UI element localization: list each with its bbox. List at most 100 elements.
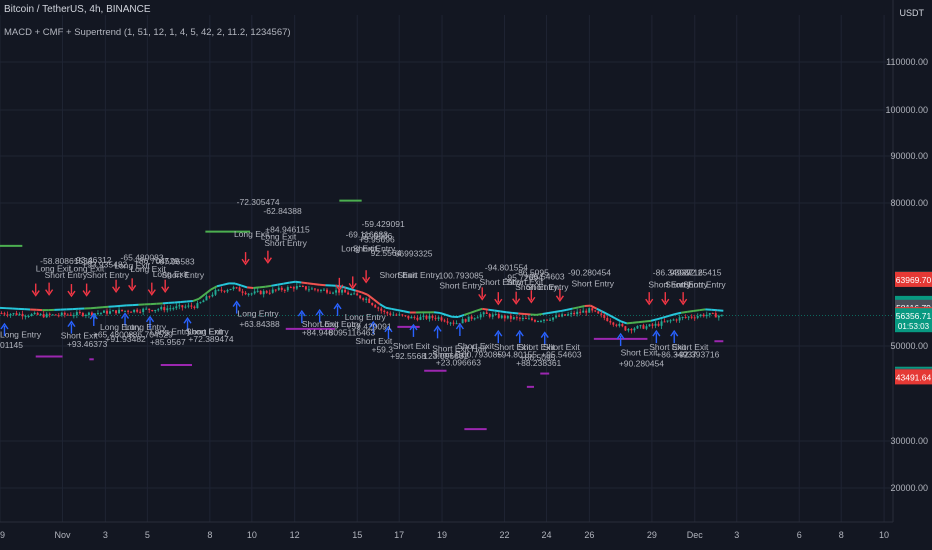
y-tick-label: 100000.00 xyxy=(885,105,928,115)
candle-body xyxy=(184,306,187,308)
candle-body xyxy=(594,310,597,312)
candle-body xyxy=(660,321,663,326)
candle-body xyxy=(419,316,422,320)
candle-body xyxy=(232,287,235,289)
candle-body xyxy=(3,313,6,315)
candle-body xyxy=(368,298,371,303)
signal-label: Short Exit xyxy=(393,341,430,351)
price-badge-label: 43491.64 xyxy=(896,372,932,382)
candle-body xyxy=(675,319,678,321)
candle-body xyxy=(482,312,485,315)
candle-body xyxy=(72,315,75,317)
candle-body xyxy=(561,314,564,317)
candle-body xyxy=(708,313,711,315)
candle-body xyxy=(145,308,148,310)
symbol-title[interactable]: Bitcoin / TetherUS, 4h, BINANCE xyxy=(4,4,151,15)
candle-body xyxy=(304,286,307,290)
candle-body xyxy=(301,285,304,287)
candle-body xyxy=(461,319,464,324)
signal-label: +72.389474 xyxy=(188,334,233,344)
candle-body xyxy=(109,311,111,314)
candle-body xyxy=(253,291,256,294)
candle-body xyxy=(51,314,54,316)
x-tick-label: 3 xyxy=(103,530,108,540)
candle-body xyxy=(425,315,428,319)
candle-body xyxy=(630,328,633,331)
signal-label: Long Entry xyxy=(238,308,280,318)
candle-body xyxy=(99,312,102,314)
candle-body xyxy=(286,287,289,291)
candle-body xyxy=(678,317,681,321)
candle-body xyxy=(476,317,479,319)
candle-body xyxy=(310,288,313,290)
supertrend-segment xyxy=(307,282,314,285)
candle-body xyxy=(84,314,87,316)
candle-body xyxy=(413,316,416,318)
candle-body xyxy=(78,312,81,314)
candle-body xyxy=(6,314,9,316)
supertrend-segment xyxy=(548,311,555,314)
candle-body xyxy=(220,289,223,291)
x-tick-label: 3 xyxy=(734,530,739,540)
candle-body xyxy=(262,291,265,295)
candle-body xyxy=(687,316,690,318)
candle-body xyxy=(341,289,344,293)
candle-body xyxy=(395,314,398,316)
candle-body xyxy=(326,289,328,293)
candle-body xyxy=(585,310,588,313)
candle-body xyxy=(39,314,42,316)
candle-body xyxy=(157,309,160,311)
candle-body xyxy=(377,307,380,309)
x-tick-label: 10 xyxy=(879,530,889,540)
candle-body xyxy=(244,292,247,295)
candle-body xyxy=(606,317,609,322)
price-chart[interactable]: -58.80861533Long ExitShort Entry-93.4631… xyxy=(0,0,932,550)
candle-body xyxy=(274,289,277,291)
candle-body xyxy=(9,314,12,316)
signal-label: Short Entry xyxy=(162,270,205,280)
candle-body xyxy=(271,289,274,293)
signal-label: +90.280454 xyxy=(619,358,664,368)
supertrend-segment xyxy=(385,306,392,310)
candle-body xyxy=(350,293,353,295)
candle-body xyxy=(690,316,693,318)
candle-body xyxy=(344,289,347,293)
candle-body xyxy=(621,324,624,327)
candle-body xyxy=(202,300,205,303)
candle-body xyxy=(627,328,630,331)
candle-body xyxy=(543,319,545,321)
supertrend-segment xyxy=(216,283,224,288)
signal-label: +92.5568 xyxy=(390,351,426,361)
candle-body xyxy=(112,310,114,312)
supertrend-segment xyxy=(524,313,531,316)
y-tick-label: 20000.00 xyxy=(890,483,928,493)
candle-body xyxy=(717,315,720,318)
candle-body xyxy=(298,285,301,287)
x-tick-label: 22 xyxy=(500,530,510,540)
candle-body xyxy=(229,288,232,291)
supertrend-segment xyxy=(271,283,278,287)
candle-body xyxy=(515,317,518,319)
candle-body xyxy=(503,315,506,319)
candle-body xyxy=(389,313,392,315)
candle-body xyxy=(277,287,280,290)
candle-body xyxy=(66,314,69,316)
candle-body xyxy=(657,323,660,326)
x-tick-label: 19 xyxy=(437,530,447,540)
x-tick-label: 29 xyxy=(0,530,5,540)
supertrend-segment xyxy=(638,320,646,324)
x-tick-label: 6 xyxy=(797,530,802,540)
supertrend-segment xyxy=(560,308,567,313)
candle-body xyxy=(353,293,356,295)
supertrend-segment xyxy=(247,286,254,289)
candle-body xyxy=(720,314,723,316)
indicator-legend[interactable]: MACD + CMF + Supertrend (1, 51, 12, 1, 4… xyxy=(4,27,291,38)
candle-body xyxy=(530,318,533,321)
supertrend-segment xyxy=(632,321,640,324)
signal-label: -59.429091 xyxy=(362,219,405,229)
candle-body xyxy=(24,316,27,318)
candle-body xyxy=(362,298,365,300)
supertrend-segment xyxy=(542,311,549,315)
candle-body xyxy=(241,291,244,293)
candle-body xyxy=(669,320,672,322)
